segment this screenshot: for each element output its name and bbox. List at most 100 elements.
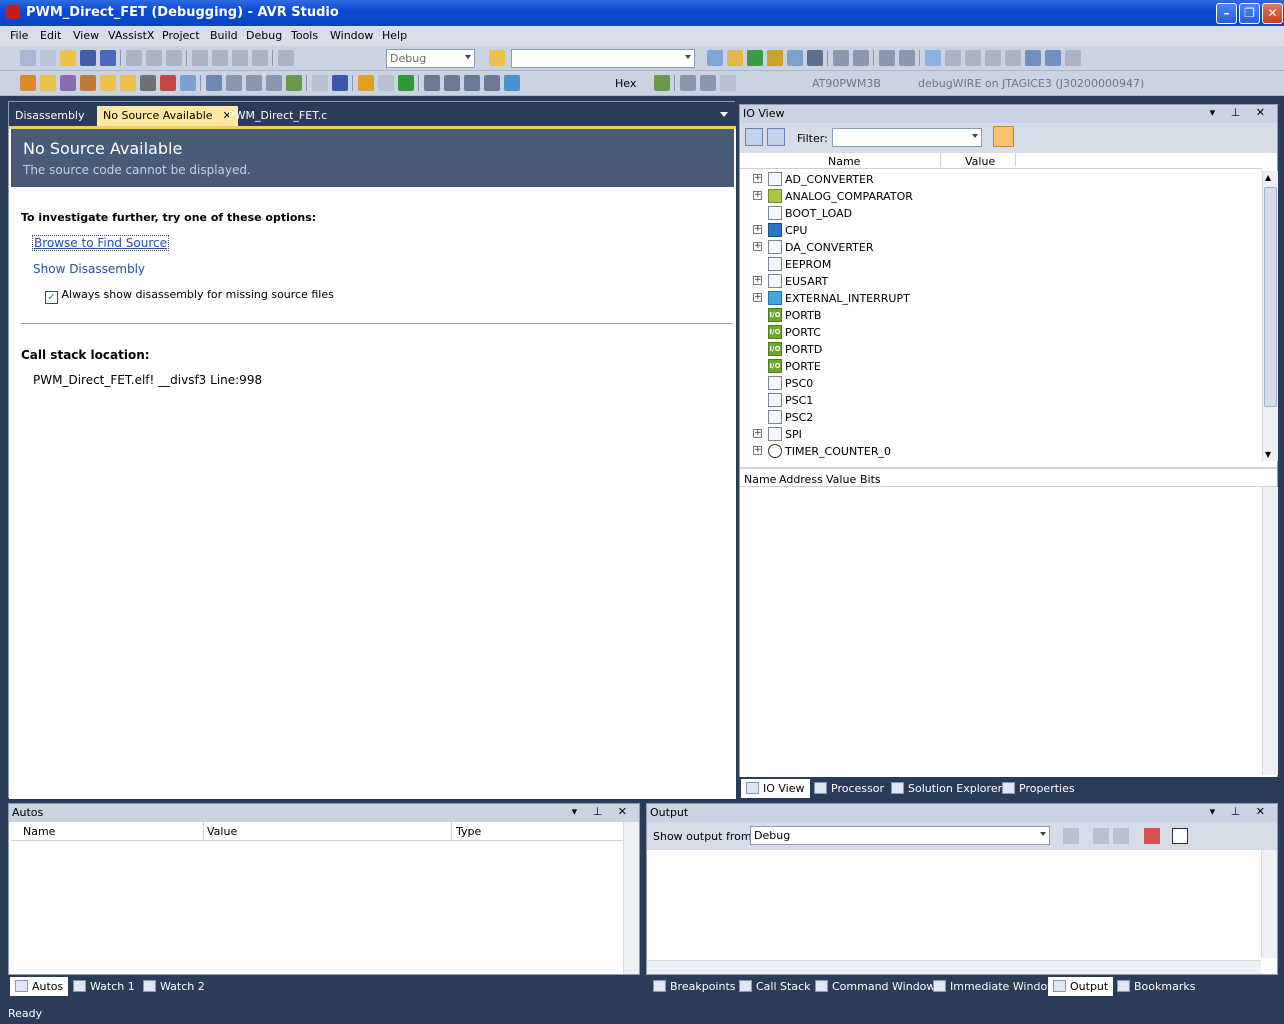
io-tree-item[interactable]: + ANALOG_COMPARATOR: [740, 188, 1262, 205]
open-file-icon[interactable]: [100, 75, 116, 91]
io-tree-item[interactable]: I/O PORTE: [740, 358, 1262, 375]
indent-icon[interactable]: [833, 50, 849, 66]
tab-properties[interactable]: Properties: [997, 779, 1080, 798]
panel-controls[interactable]: ▾ ⊥ ✕: [572, 805, 633, 818]
io-tree-item[interactable]: I/O PORTB: [740, 307, 1262, 324]
next-bookmark-icon[interactable]: [965, 50, 981, 66]
checkbox-checked-icon[interactable]: ✓: [45, 291, 58, 304]
expand-icon[interactable]: +: [753, 276, 762, 285]
start-debug-icon[interactable]: [278, 50, 294, 66]
menu-file[interactable]: File: [10, 29, 28, 42]
processor-view-icon[interactable]: [654, 75, 670, 91]
copy-icon[interactable]: [146, 50, 162, 66]
find-combo[interactable]: [511, 49, 695, 68]
build-icon[interactable]: [20, 75, 36, 91]
menu-debug[interactable]: Debug: [246, 29, 282, 42]
device-settings-icon[interactable]: [720, 75, 736, 91]
tab-io-view[interactable]: IO View: [741, 779, 810, 798]
comment-icon[interactable]: [879, 50, 895, 66]
output-source-combo[interactable]: Debug: [750, 826, 1050, 845]
tab-processor[interactable]: Processor: [809, 779, 889, 798]
clear-all-icon[interactable]: [1144, 828, 1160, 844]
disassembly-icon[interactable]: [680, 75, 696, 91]
tab-autos[interactable]: Autos: [10, 977, 69, 996]
menu-help[interactable]: Help: [382, 29, 407, 42]
next-bookmark-doc-icon[interactable]: [1045, 50, 1061, 66]
scroll-up-icon[interactable]: ▲: [1265, 173, 1271, 182]
io-tree-item[interactable]: PSC0: [740, 375, 1262, 392]
bookmark-icon[interactable]: [925, 50, 941, 66]
save-all-icon[interactable]: [100, 50, 116, 66]
navigate-back-icon[interactable]: [232, 50, 248, 66]
tool-label[interactable]: debugWIRE on JTAGICE3 (J30200000947): [918, 77, 1144, 90]
tab-call-stack[interactable]: Call Stack: [734, 977, 815, 996]
goto-location-icon[interactable]: [1063, 828, 1079, 844]
solution-icon[interactable]: [727, 50, 743, 66]
prev-bookmark-icon[interactable]: [945, 50, 961, 66]
io-tree-item[interactable]: PSC1: [740, 392, 1262, 409]
step-out-icon[interactable]: [464, 75, 480, 91]
menu-view[interactable]: View: [73, 29, 99, 42]
registers-icon[interactable]: [246, 75, 262, 91]
refactor-icon[interactable]: [180, 75, 196, 91]
find-icon[interactable]: [707, 50, 723, 66]
prev-bookmark-folder-icon[interactable]: [985, 50, 1001, 66]
watch-icon[interactable]: [266, 75, 282, 91]
io-tree-item[interactable]: + DA_CONVERTER: [740, 239, 1262, 256]
find-in-files-icon[interactable]: [489, 50, 505, 66]
col-value[interactable]: Value: [965, 155, 995, 168]
io-tree-item[interactable]: EEPROM: [740, 256, 1262, 273]
stop-icon[interactable]: [332, 75, 348, 91]
scroll-down-icon[interactable]: ▼: [1265, 450, 1271, 459]
always-show-disassembly-checkbox[interactable]: ✓ Always show disassembly for missing so…: [45, 288, 334, 304]
step-over-icon[interactable]: [444, 75, 460, 91]
io-tree-item[interactable]: + TIMER_COUNTER_0: [740, 443, 1262, 460]
memory-icon[interactable]: [226, 75, 242, 91]
window-icon[interactable]: [206, 75, 222, 91]
clean-icon[interactable]: [60, 75, 76, 91]
io-tree-item[interactable]: + SPI: [740, 426, 1262, 443]
tab-output[interactable]: Output: [1048, 977, 1114, 996]
expand-icon[interactable]: +: [753, 174, 762, 183]
autos-col-value[interactable]: Value: [207, 825, 237, 838]
io-tree-item[interactable]: + EUSART: [740, 273, 1262, 290]
expand-icon[interactable]: +: [753, 293, 762, 302]
io-view-icon[interactable]: [700, 75, 716, 91]
properties-icon[interactable]: [747, 50, 763, 66]
filter-combo[interactable]: [832, 128, 982, 147]
menu-build[interactable]: Build: [210, 29, 238, 42]
io-tree-item[interactable]: + CPU: [740, 222, 1262, 239]
io-tree-scrollbar[interactable]: ▲ ▼: [1262, 171, 1278, 461]
break-all-icon[interactable]: [378, 75, 394, 91]
tab-no-source-available[interactable]: No Source Available ✕: [97, 106, 238, 126]
io-tree-item[interactable]: + AD_CONVERTER: [740, 171, 1262, 188]
rebuild-icon[interactable]: [40, 75, 56, 91]
configuration-combo[interactable]: Debug: [386, 49, 475, 68]
prev-message-icon[interactable]: [1093, 828, 1109, 844]
panel-controls[interactable]: ▾ ⊥ ✕: [1210, 106, 1271, 119]
show-disassembly-link[interactable]: Show Disassembly: [33, 262, 145, 276]
restore-button[interactable]: ❐: [1239, 3, 1260, 24]
tab-overflow-icon[interactable]: [720, 112, 728, 117]
run-to-cursor-icon[interactable]: [484, 75, 500, 91]
graph-icon[interactable]: [286, 75, 302, 91]
navigate-forward-icon[interactable]: [252, 50, 268, 66]
reset-icon[interactable]: [504, 75, 520, 91]
tab-pwm-direct-fet-c[interactable]: PWM_Direct_FET.c: [222, 106, 333, 126]
io-tree-item[interactable]: I/O PORTC: [740, 324, 1262, 341]
menu-vassistx[interactable]: VAssistX: [108, 29, 154, 42]
autos-scrollbar[interactable]: [623, 822, 639, 974]
col-name[interactable]: Name: [828, 155, 860, 168]
expand-icon[interactable]: +: [753, 242, 762, 251]
code-icon[interactable]: [140, 75, 156, 91]
expand-icon[interactable]: +: [753, 429, 762, 438]
continue-icon[interactable]: [398, 75, 414, 91]
tab-watch-2[interactable]: Watch 2: [138, 977, 210, 996]
step-into-icon[interactable]: [424, 75, 440, 91]
tab-solution-explorer[interactable]: Solution Explorer: [886, 779, 1007, 798]
output-vscrollbar[interactable]: [1261, 850, 1277, 958]
expand-view-icon[interactable]: [745, 128, 763, 146]
menu-window[interactable]: Window: [330, 29, 373, 42]
paste-icon[interactable]: [166, 50, 182, 66]
menu-tools[interactable]: Tools: [291, 29, 318, 42]
